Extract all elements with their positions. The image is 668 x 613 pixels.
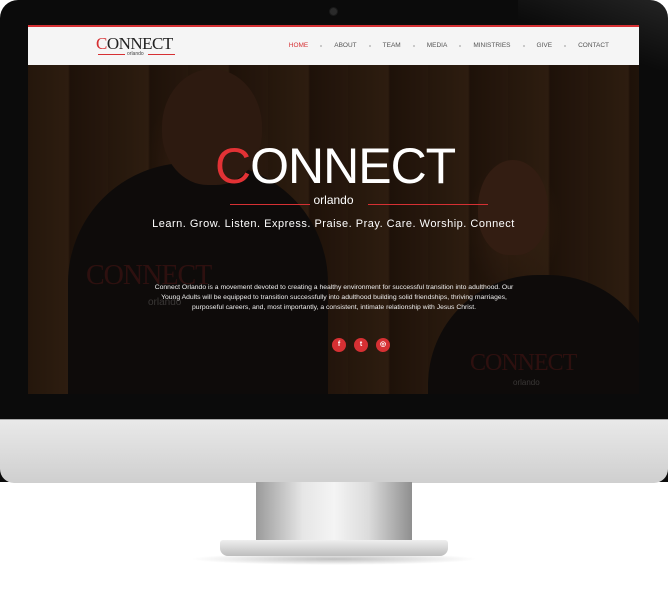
hero-description: Connect Orlando is a movement devoted to… [154, 284, 514, 311]
instagram-icon[interactable]: ◎ [376, 338, 390, 352]
nav-give[interactable]: GIVE [525, 27, 565, 65]
site-logo[interactable]: CONNECT orlando [96, 35, 176, 59]
logo-rule-left [98, 54, 125, 55]
hero-section: CONNECT orlando CONNECT orlando CONNECT … [28, 65, 639, 394]
nav-about[interactable]: ABOUT [322, 27, 368, 65]
hero-logo-subtitle: orlando [313, 193, 354, 207]
hero-tagline: Learn. Grow. Listen. Express. Praise. Pr… [152, 218, 515, 230]
hero-logo: CONNECT [215, 137, 500, 197]
hero-logo-wordmark: CONNECT [215, 138, 456, 194]
nav-ministries[interactable]: MINISTRIES [461, 27, 522, 65]
facebook-icon[interactable]: f [332, 338, 346, 352]
nav-media[interactable]: MEDIA [415, 27, 460, 65]
logo-subtitle: orlando [127, 51, 144, 57]
nav-team[interactable]: TEAM [371, 27, 413, 65]
monitor-chin [0, 419, 668, 483]
twitter-icon[interactable]: t [354, 338, 368, 352]
social-links: f t ◎ [332, 338, 390, 352]
logo-rule-right [148, 54, 175, 55]
monitor-frame: CONNECT orlando HOME ABOUT TEAM MEDIA MI… [0, 0, 668, 483]
monitor-stand-neck [256, 482, 412, 544]
camera-icon [330, 8, 337, 15]
nav-contact[interactable]: CONTACT [566, 27, 621, 65]
nav-home[interactable]: HOME [277, 27, 321, 65]
main-nav: HOME ABOUT TEAM MEDIA MINISTRIES GIVE CO… [277, 27, 621, 65]
navbar: CONNECT orlando HOME ABOUT TEAM MEDIA MI… [28, 27, 639, 66]
hero-rule-right [368, 204, 488, 205]
website-screen: CONNECT orlando HOME ABOUT TEAM MEDIA MI… [28, 25, 639, 394]
monitor-stand-base [220, 540, 448, 556]
